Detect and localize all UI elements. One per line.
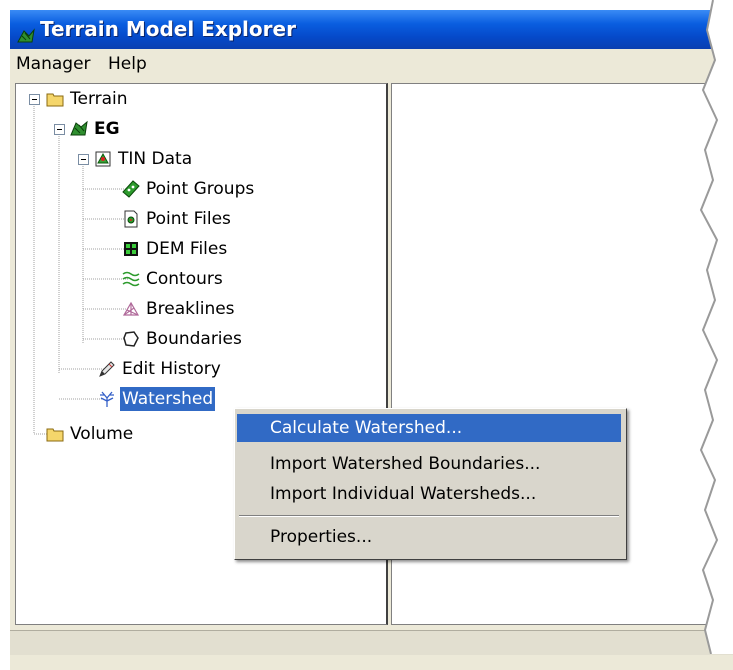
tree-node-point-groups[interactable]: Point Groups — [122, 177, 256, 201]
tree-node-volume[interactable]: Volume — [46, 422, 135, 446]
tree-node-dem-files[interactable]: DEM Files — [122, 237, 229, 261]
menu-calculate-watershed[interactable]: Calculate Watershed... — [237, 414, 621, 442]
contours-icon — [122, 270, 140, 288]
menu-import-watershed-boundaries[interactable]: Import Watershed Boundaries... — [237, 450, 621, 478]
status-bar — [10, 630, 733, 655]
tree-node-watershed[interactable]: Watershed — [98, 387, 216, 411]
window-title: Terrain Model Explorer — [40, 17, 296, 41]
tree-node-boundaries[interactable]: Boundaries — [122, 327, 244, 351]
edit-history-icon — [98, 360, 116, 378]
folder-icon — [46, 90, 64, 108]
point-groups-icon — [122, 180, 140, 198]
watershed-icon — [98, 390, 116, 408]
menu-manager[interactable]: Manager — [12, 51, 95, 78]
title-bar[interactable]: Terrain Model Explorer — [10, 10, 733, 49]
point-files-icon — [122, 210, 140, 228]
menu-bar: Manager Help — [10, 51, 733, 78]
boundaries-icon — [122, 330, 140, 348]
collapse-tin-data-toggle[interactable] — [78, 154, 89, 165]
surface-icon — [70, 120, 88, 138]
tree-node-breaklines[interactable]: Breaklines — [122, 297, 237, 321]
watershed-context-menu: Calculate Watershed... Import Watershed … — [234, 408, 627, 560]
menu-import-individual-watersheds[interactable]: Import Individual Watersheds... — [237, 480, 621, 508]
tin-data-icon — [94, 150, 112, 168]
dem-files-icon — [122, 240, 140, 258]
tree-node-edit-history[interactable]: Edit History — [98, 357, 223, 381]
torn-edge-decoration — [699, 0, 733, 654]
menu-separator — [239, 515, 619, 517]
tree-node-eg[interactable]: EG — [70, 117, 122, 141]
terrain-model-explorer-window: Terrain Model Explorer Manager Help Terr… — [10, 10, 733, 670]
menu-help[interactable]: Help — [104, 51, 151, 78]
breaklines-icon — [122, 300, 140, 318]
menu-properties[interactable]: Properties... — [237, 523, 621, 551]
collapse-terrain-toggle[interactable] — [29, 94, 40, 105]
folder-icon — [46, 425, 64, 443]
tree-node-terrain[interactable]: Terrain — [46, 87, 130, 111]
tree-node-tin-data[interactable]: TIN Data — [94, 147, 194, 171]
collapse-eg-toggle[interactable] — [54, 124, 65, 135]
tree-node-point-files[interactable]: Point Files — [122, 207, 233, 231]
tree-node-contours[interactable]: Contours — [122, 267, 225, 291]
